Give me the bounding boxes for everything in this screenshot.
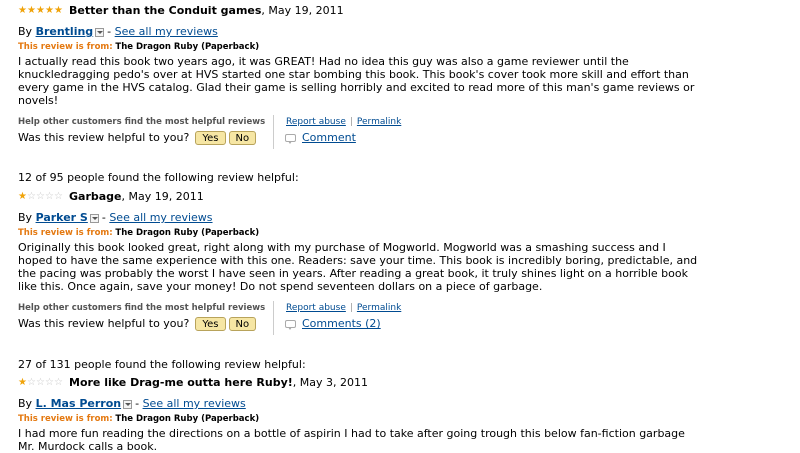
review-from-label: This review is from: [18, 228, 113, 238]
reviewer-name-link[interactable]: Parker S [36, 211, 88, 225]
product-name: The Dragon Ruby (Paperback) [115, 42, 260, 52]
helpful-count: 27 of 131 people found the following rev… [18, 358, 306, 371]
permalink-link[interactable]: Permalink [357, 303, 401, 313]
product-name: The Dragon Ruby (Paperback) [115, 228, 260, 238]
review-date: , May 19, 2011 [261, 4, 344, 17]
comments-link[interactable]: Comments (2) [302, 317, 381, 331]
star-rating: ★ ★ ★ ★ ★ [18, 6, 63, 16]
comment-link[interactable]: Comment [302, 131, 356, 145]
star-empty-icon: ☆ [45, 191, 54, 202]
dropdown-icon[interactable] [123, 399, 133, 409]
review-title: Better than the Conduit games [69, 4, 262, 17]
helpful-question-row: Was this review helpful to you? Yes No [18, 130, 257, 146]
help-others-label: Help other customers find the most helpf… [18, 303, 266, 313]
star-rating: ★ ☆ ☆ ☆ ☆ [18, 192, 63, 202]
dash-separator: - [101, 211, 106, 224]
review-body: I actually read this book two years ago,… [18, 55, 695, 107]
review-body: I had more fun reading the directions on… [18, 427, 685, 453]
byline: By Brentling - See all my reviews [18, 25, 778, 39]
helpful-question: Was this review helpful to you? [18, 317, 190, 330]
review-actions: Help other customers find the most helpf… [18, 115, 778, 149]
review-3: ★ ☆ ☆ ☆ ☆ More like Drag-me outta here Ruby!… [18, 376, 778, 453]
link-separator: | [349, 303, 353, 313]
review-title-row: ★ ☆ ☆ ☆ ☆ More like Drag-me outta here Ruby!… [18, 376, 778, 390]
dropdown-icon[interactable] [89, 213, 99, 223]
reviewer-name-link[interactable]: L. Mas Perron [36, 397, 122, 411]
review-date: , May 3, 2011 [292, 376, 368, 389]
no-button[interactable]: No [228, 131, 257, 145]
by-label: By [18, 397, 33, 410]
review-from-label: This review is from: [18, 42, 113, 52]
comment-bubble-icon [285, 134, 296, 144]
star-filled-icon: ★ [54, 5, 63, 16]
product-name: The Dragon Ruby (Paperback) [115, 414, 260, 424]
report-links: Report abuse | Permalink [286, 117, 401, 128]
divider [273, 301, 274, 335]
star-empty-icon: ☆ [45, 377, 54, 388]
report-abuse-link[interactable]: Report abuse [286, 117, 346, 127]
star-filled-icon: ★ [18, 191, 27, 202]
star-empty-icon: ☆ [36, 377, 45, 388]
review-1: ★ ★ ★ ★ ★ Better than the Conduit games , Ma… [18, 4, 778, 149]
star-empty-icon: ☆ [54, 191, 63, 202]
review-title-row: ★ ★ ★ ★ ★ Better than the Conduit games , Ma… [18, 4, 778, 18]
review-body: Originally this book looked great, right… [18, 241, 698, 293]
star-rating: ★ ☆ ☆ ☆ ☆ [18, 378, 63, 388]
reviewer-name-link[interactable]: Brentling [36, 25, 94, 39]
review-from-label: This review is from: [18, 414, 113, 424]
yes-button[interactable]: Yes [195, 317, 226, 331]
see-all-reviews-link[interactable]: See all my reviews [115, 25, 218, 39]
review-2: ★ ☆ ☆ ☆ ☆ Garbage , May 19, 2011 By Parker S… [18, 190, 778, 335]
review-date: , May 19, 2011 [121, 190, 204, 203]
star-filled-icon: ★ [45, 5, 54, 16]
review-source: This review is from: The Dragon Ruby (Pa… [18, 228, 778, 239]
link-separator: | [349, 117, 353, 127]
helpful-question: Was this review helpful to you? [18, 131, 190, 144]
comment-row: Comment [285, 131, 356, 145]
dropdown-icon[interactable] [95, 27, 105, 37]
star-empty-icon: ☆ [27, 191, 36, 202]
star-filled-icon: ★ [27, 5, 36, 16]
see-all-reviews-link[interactable]: See all my reviews [143, 397, 246, 411]
star-filled-icon: ★ [18, 377, 27, 388]
yes-button[interactable]: Yes [195, 131, 226, 145]
review-source: This review is from: The Dragon Ruby (Pa… [18, 42, 778, 53]
byline: By L. Mas Perron - See all my reviews [18, 397, 778, 411]
by-label: By [18, 211, 33, 224]
divider [273, 115, 274, 149]
star-filled-icon: ★ [36, 5, 45, 16]
by-label: By [18, 25, 33, 38]
help-others-label: Help other customers find the most helpf… [18, 117, 266, 127]
review-title-row: ★ ☆ ☆ ☆ ☆ Garbage , May 19, 2011 [18, 190, 778, 204]
review-title: Garbage [69, 190, 122, 203]
see-all-reviews-link[interactable]: See all my reviews [109, 211, 212, 225]
report-abuse-link[interactable]: Report abuse [286, 303, 346, 313]
star-filled-icon: ★ [18, 5, 27, 16]
star-empty-icon: ☆ [27, 377, 36, 388]
dash-separator: - [107, 25, 112, 38]
report-links: Report abuse | Permalink [286, 303, 401, 314]
no-button[interactable]: No [228, 317, 257, 331]
star-empty-icon: ☆ [54, 377, 63, 388]
review-title: More like Drag-me outta here Ruby! [69, 376, 293, 389]
helpful-count: 12 of 95 people found the following revi… [18, 171, 299, 184]
dash-separator: - [135, 397, 140, 410]
byline: By Parker S - See all my reviews [18, 211, 778, 225]
helpful-question-row: Was this review helpful to you? Yes No [18, 316, 257, 332]
review-actions: Help other customers find the most helpf… [18, 301, 778, 335]
permalink-link[interactable]: Permalink [357, 117, 401, 127]
star-empty-icon: ☆ [36, 191, 45, 202]
review-source: This review is from: The Dragon Ruby (Pa… [18, 414, 778, 425]
comment-row: Comments (2) [285, 317, 381, 331]
comment-bubble-icon [285, 320, 296, 330]
